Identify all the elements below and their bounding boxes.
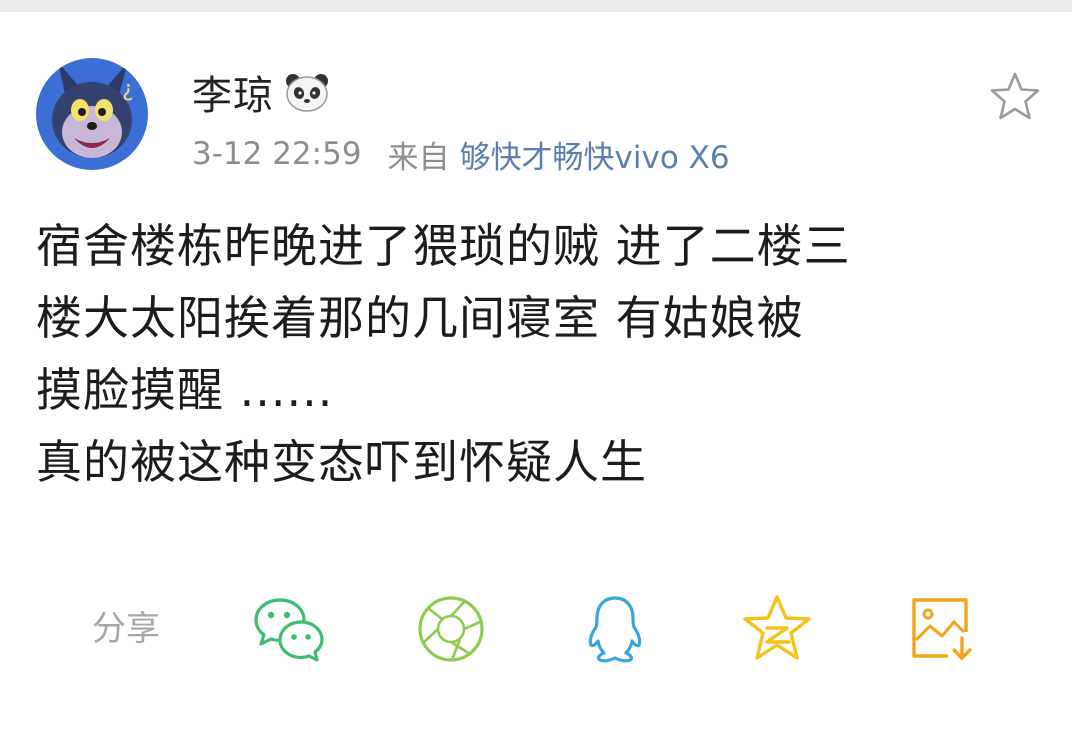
- qzone-star-icon: [743, 595, 811, 660]
- post-line: 楼大太阳挨着那的几间寝室 有姑娘被: [36, 291, 804, 345]
- share-qq-button[interactable]: [578, 592, 652, 666]
- share-label: 分享: [92, 609, 160, 649]
- qq-penguin-icon: [588, 596, 642, 663]
- share-wechat-button[interactable]: [252, 592, 326, 666]
- share-moments-button[interactable]: [414, 592, 488, 666]
- username[interactable]: 李琼: [192, 63, 274, 121]
- share-qzone-button[interactable]: [740, 592, 814, 666]
- post-line: 摸脸摸醒 ......: [36, 363, 334, 417]
- post-timestamp: 3-12 22:59: [192, 136, 362, 172]
- moments-aperture-icon: [418, 596, 484, 662]
- status-strip: [0, 0, 1072, 12]
- favorite-button[interactable]: [988, 70, 1042, 124]
- source-prefix: 来自: [387, 139, 450, 176]
- svg-text:¿: ¿: [122, 77, 134, 102]
- post-line: 真的被这种变态吓到怀疑人生: [36, 435, 647, 489]
- post-content: 宿舍楼栋昨晚进了猥琐的贼 进了二楼三 楼大太阳挨着那的几间寝室 有姑娘被 摸脸摸…: [36, 210, 1046, 498]
- star-outline-icon: [990, 72, 1040, 120]
- save-image-icon: [912, 598, 972, 660]
- source-device-link[interactable]: 够快才畅快vivo X6: [460, 132, 730, 177]
- avatar[interactable]: ¿: [36, 58, 148, 170]
- author-row: 李琼: [192, 64, 330, 120]
- save-image-button[interactable]: [904, 592, 978, 666]
- panda-icon: [284, 72, 330, 112]
- wechat-icon: [254, 598, 324, 662]
- post-line: 宿舍楼栋昨晚进了猥琐的贼 进了二楼三: [36, 219, 851, 273]
- post-meta: 3-12 22:59 来自 够快才畅快vivo X6: [192, 132, 730, 176]
